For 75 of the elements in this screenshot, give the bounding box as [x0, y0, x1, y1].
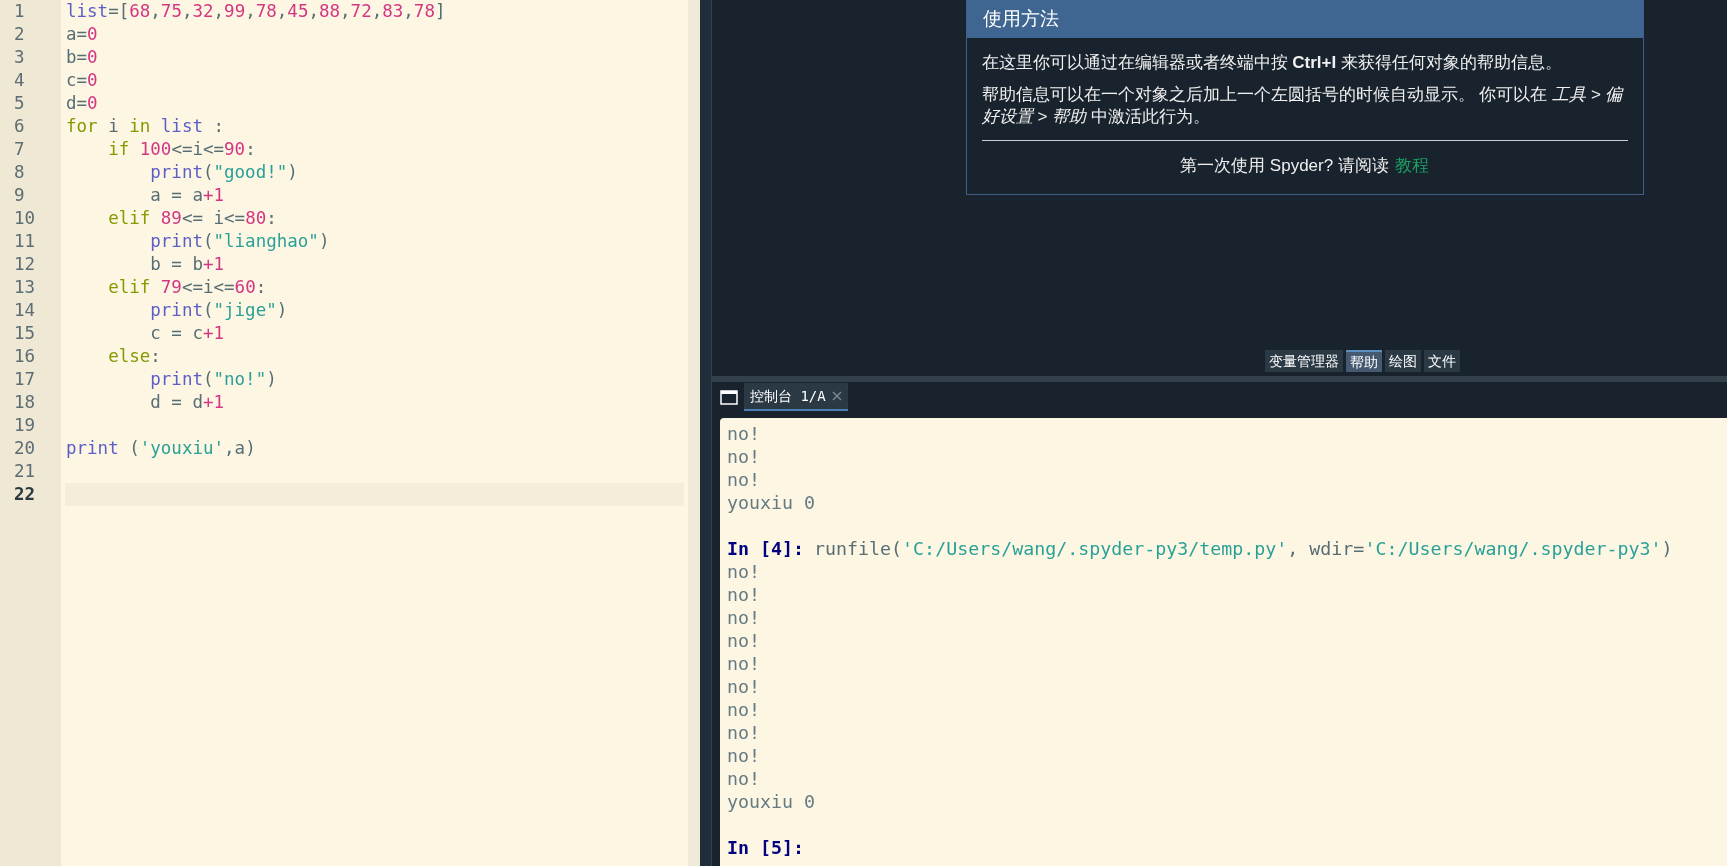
help-text: 帮助信息可以在一个对象之后加上一个左圆括号的时候自动显示。 你可以在 工具 > 偏好设置 > 帮助 中激活此行为。 [981, 84, 1625, 128]
console-prompt: In [5]: [727, 836, 805, 859]
line-number: 6 [13, 115, 26, 138]
code-line: print ('youxiu',a) [65, 437, 257, 460]
line-number: 1 [13, 0, 26, 23]
console-line: no! [727, 560, 762, 583]
line-number: 19 [13, 414, 37, 437]
console-tab-label: 控制台 1/A [750, 386, 826, 406]
code-line: a = a+1 [149, 184, 226, 207]
editor-scrollbar[interactable] [688, 0, 700, 866]
line-number: 4 [13, 69, 26, 92]
close-icon[interactable] [831, 391, 842, 401]
help-text: 在这里你可以通过在编辑器或者终端中按 Ctrl+I 来获得任何对象的帮助信息。 [981, 52, 1563, 74]
line-number: 2 [13, 23, 26, 46]
pane-tab[interactable]: 帮助 [1345, 350, 1382, 372]
console-line: no! [727, 767, 762, 790]
help-title: 使用方法 [966, 0, 1643, 38]
line-number: 11 [13, 230, 37, 253]
pane-tab[interactable]: 变量管理器 [1264, 350, 1343, 372]
code-line: b = b+1 [149, 253, 226, 276]
help-footer-text: 第一次使用 Spyder? 请阅读 [1180, 155, 1389, 177]
code-line: c=0 [65, 69, 99, 92]
code-line: print("lianghao") [149, 230, 331, 253]
line-number: 16 [13, 345, 37, 368]
console-output[interactable]: no! no! no! youxiu 0 In [4]: runfile('C:/Users/wang/.spyder-py3/temp.py', wdir='C:/Users/wang/.spyder-py3') no! no! no! no! no! no! no! no! no! no! youxiu 0 In [5]: [720, 418, 1727, 866]
code-line: d = d+1 [149, 391, 226, 414]
line-number: 9 [13, 184, 26, 207]
code-line: print("no!") [149, 368, 278, 391]
console-tab[interactable]: 控制台 1/A [744, 383, 848, 411]
console-line: no! [727, 445, 762, 468]
line-number: 21 [13, 460, 37, 483]
pane-tab[interactable]: 绘图 [1384, 350, 1421, 372]
console-line: youxiu 0 [727, 491, 817, 514]
pane-tab[interactable]: 文件 [1423, 350, 1460, 372]
code-line: print("jige") [149, 299, 289, 322]
code-line: elif 89<= i<=80: [107, 207, 278, 230]
line-number: 8 [13, 161, 26, 184]
console-line: no! [727, 606, 762, 629]
line-number: 3 [13, 46, 26, 69]
line-number: 5 [13, 92, 26, 115]
code-line: c = c+1 [149, 322, 226, 345]
line-number: 15 [13, 322, 37, 345]
code-line: list=[68,75,32,99,78,45,88,72,83,78] [65, 0, 447, 23]
console-line: no! [727, 744, 762, 767]
line-number: 12 [13, 253, 37, 276]
console-line: no! [727, 422, 762, 445]
code-line: for i in list : [65, 115, 226, 138]
line-number: 20 [13, 437, 37, 460]
window-icon[interactable] [720, 389, 738, 405]
console-line: no! [727, 629, 762, 652]
code-line: elif 79<=i<=60: [107, 276, 268, 299]
line-number: 10 [13, 207, 37, 230]
console-line: no! [727, 468, 762, 491]
tutorial-link[interactable]: 教程 [1394, 153, 1429, 179]
console-command: runfile('C:/Users/wang/.spyder-py3/temp.py', wdir='C:/Users/wang/.spyder-py3') [813, 537, 1673, 560]
splitter-handle[interactable] [700, 0, 712, 866]
console-line: no! [727, 698, 762, 721]
console-line: no! [727, 721, 762, 744]
line-number: 14 [13, 299, 37, 322]
console-line: no! [727, 675, 762, 698]
code-line: else: [107, 345, 162, 368]
line-number: 7 [13, 138, 26, 161]
console-line: no! [727, 652, 762, 675]
console-line: youxiu 0 [727, 790, 817, 813]
code-line: print("good!") [149, 161, 299, 184]
console-line: no! [727, 583, 762, 606]
code-line: if 100<=i<=90: [107, 138, 257, 161]
line-number: 22 [13, 483, 37, 506]
line-number: 18 [13, 391, 37, 414]
line-number: 13 [13, 276, 37, 299]
line-number: 17 [13, 368, 37, 391]
code-line: b=0 [65, 46, 99, 69]
console-prompt: In [4]: [727, 537, 805, 560]
code-line: d=0 [65, 92, 99, 115]
code-line: a=0 [65, 23, 99, 46]
